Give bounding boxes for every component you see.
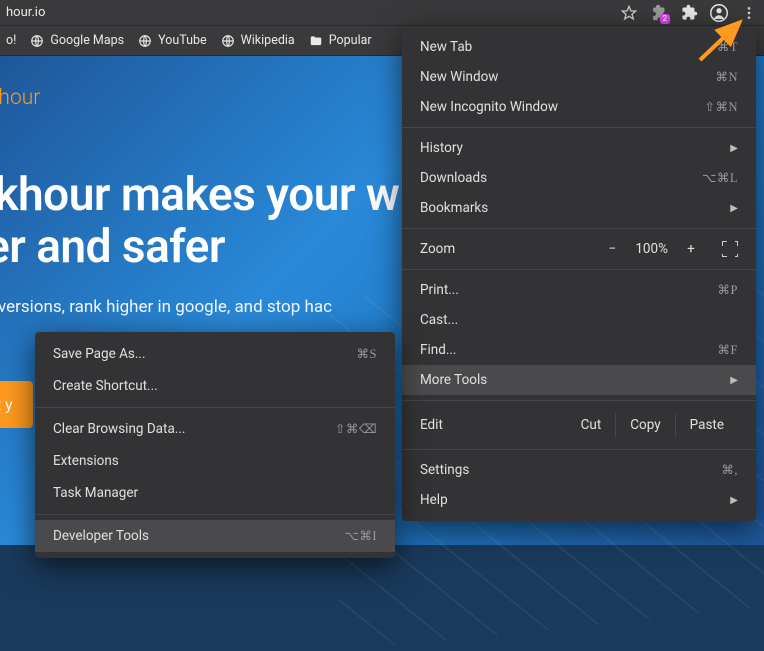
bookmark-label: Wikipedia [241,33,295,48]
submenu-developer-tools[interactable]: Developer Tools⌥⌘I [35,520,395,552]
zoom-in-button[interactable]: + [682,241,700,257]
menu-separator [402,269,756,270]
menu-new-window[interactable]: New Window⌘N [402,62,756,92]
bookmark-label: Popular [329,33,372,48]
bookmark-item[interactable]: YouTube [138,33,207,48]
more-tools-submenu: Save Page As...⌘S Create Shortcut... Cle… [35,332,395,558]
submenu-clear-browsing-data[interactable]: Clear Browsing Data...⇧⌘⌫ [35,413,395,445]
shortcut-label: ⌘T [717,39,738,55]
globe-icon [221,34,235,48]
chrome-main-menu: New Tab⌘T New Window⌘N New Incognito Win… [402,26,756,521]
menu-separator [402,228,756,229]
menu-edit: Edit Cut Copy Paste [402,406,756,444]
profile-avatar-icon[interactable] [710,4,728,22]
kebab-menu-icon[interactable] [740,4,758,22]
chevron-right-icon: ▶ [730,495,738,506]
menu-incognito[interactable]: New Incognito Window⇧⌘N [402,92,756,122]
menu-separator [35,407,395,408]
menu-bookmarks[interactable]: Bookmarks▶ [402,193,756,223]
address-bar-fragment[interactable]: hour.io [6,5,45,20]
menu-separator [402,400,756,401]
shortcut-label: ⇧⌘N [704,99,738,115]
bookmark-label: Google Maps [50,33,124,48]
menu-separator [402,127,756,128]
submenu-extensions[interactable]: Extensions [35,445,395,477]
shortcut-label: ⌘P [718,282,738,298]
globe-icon [138,34,152,48]
chevron-right-icon: ▶ [730,375,738,386]
bookmark-label: YouTube [158,33,207,48]
bookmark-folder[interactable]: Popular [309,33,372,48]
chevron-right-icon: ▶ [730,203,738,214]
site-logo[interactable]: eakhour [0,86,40,110]
menu-settings[interactable]: Settings⌘, [402,455,756,485]
shortcut-label: ⌥⌘I [344,528,377,544]
menu-separator [402,449,756,450]
shortcut-label: ⌘N [715,69,738,85]
menu-history[interactable]: History▶ [402,133,756,163]
browser-toolbar: hour.io 2 [0,0,764,26]
bookmark-label: o! [6,33,16,48]
menu-find[interactable]: Find...⌘F [402,335,756,365]
shortcut-label: ⌘, [721,462,738,478]
bookmark-star-icon[interactable] [620,4,638,22]
submenu-create-shortcut[interactable]: Create Shortcut... [35,370,395,402]
edit-paste-button[interactable]: Paste [675,413,738,437]
menu-zoom: Zoom − 100% + [402,234,756,264]
menu-downloads[interactable]: Downloads⌥⌘L [402,163,756,193]
cta-button[interactable]: rt y [0,381,33,428]
shortcut-label: ⌘F [718,342,738,358]
bookmark-item[interactable]: Wikipedia [221,33,295,48]
folder-icon [309,34,323,48]
globe-icon [30,34,44,48]
menu-cast[interactable]: Cast... [402,305,756,335]
chevron-right-icon: ▶ [730,143,738,154]
zoom-value: 100% [635,241,668,257]
zoom-out-button[interactable]: − [603,241,621,257]
bookmark-item[interactable]: o! [6,33,16,48]
submenu-save-page[interactable]: Save Page As...⌘S [35,338,395,370]
extension-icon[interactable]: 2 [650,4,668,22]
edit-cut-button[interactable]: Cut [567,413,616,437]
submenu-task-manager[interactable]: Task Manager [35,477,395,509]
shortcut-label: ⌘S [357,346,377,362]
edit-copy-button[interactable]: Copy [615,413,674,437]
extension-badge: 2 [660,14,671,24]
menu-print[interactable]: Print...⌘P [402,275,756,305]
bookmark-item[interactable]: Google Maps [30,33,124,48]
menu-new-tab[interactable]: New Tab⌘T [402,32,756,62]
menu-more-tools[interactable]: More Tools▶ [402,365,756,395]
extensions-puzzle-icon[interactable] [680,4,698,22]
shortcut-label: ⇧⌘⌫ [335,421,377,437]
menu-separator [35,514,395,515]
menu-help[interactable]: Help▶ [402,485,756,515]
fullscreen-icon[interactable] [722,241,738,257]
shortcut-label: ⌥⌘L [702,170,738,186]
